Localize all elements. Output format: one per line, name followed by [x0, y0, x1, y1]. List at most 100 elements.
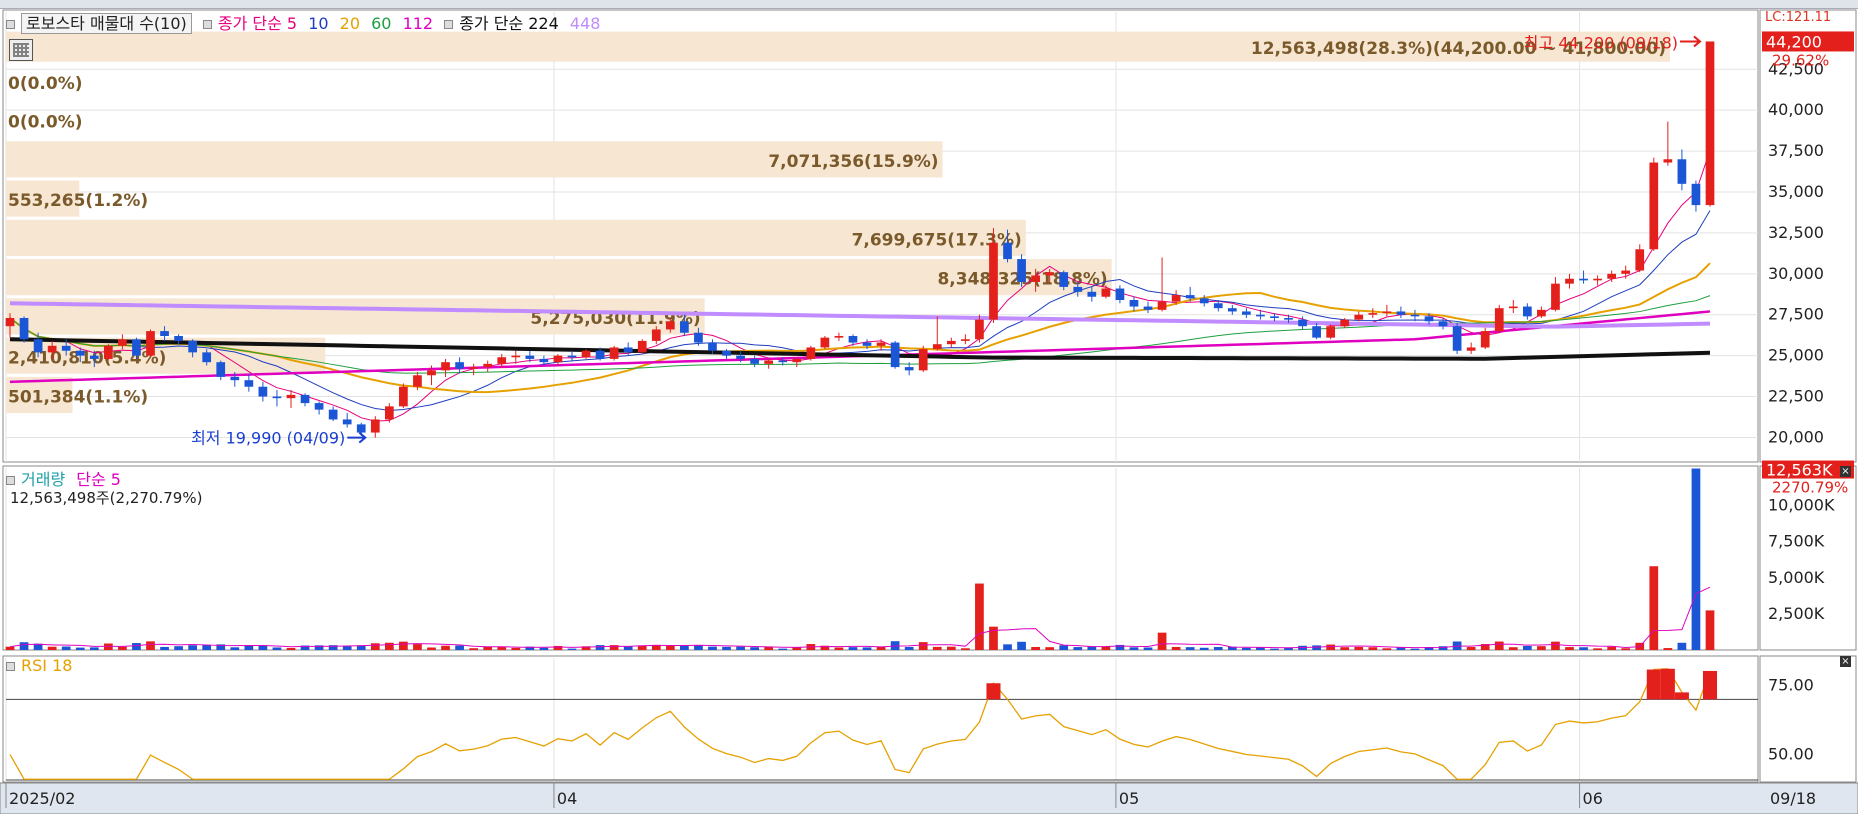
- ma-legend-60[interactable]: 60: [371, 14, 391, 33]
- volume-bar: [286, 647, 296, 650]
- ma-legend-5[interactable]: 종가 단순 5: [218, 14, 297, 33]
- volume-bar: [188, 645, 197, 650]
- candle-body: [300, 394, 310, 404]
- candle-body: [680, 321, 689, 333]
- volume-profile-label: 501,384(1.1%): [8, 388, 148, 408]
- volume-bar: [904, 646, 914, 650]
- candle-body: [356, 424, 366, 433]
- rsi-overbought-fill: [1646, 669, 1661, 700]
- candle-body: [342, 419, 352, 425]
- volume-bar: [61, 646, 71, 650]
- volume-bar: [1410, 648, 1420, 650]
- candle-body: [370, 419, 380, 433]
- candle-body: [1242, 311, 1251, 315]
- volume-bar: [469, 648, 478, 650]
- candle-body: [314, 403, 324, 410]
- candle-body: [469, 367, 478, 369]
- volume-bar: [680, 645, 689, 650]
- ma-legend-112[interactable]: 112: [403, 14, 434, 33]
- volume-bar: [946, 646, 956, 650]
- volume-info: 12,563,498주(2,270.79%): [10, 489, 203, 507]
- candle-body: [1326, 326, 1336, 338]
- candle-body: [146, 331, 155, 356]
- volume-tick-label: 2,500K: [1768, 604, 1825, 623]
- legend-toggle-icon[interactable]: [6, 476, 15, 485]
- date-tick-label: 2025/02: [9, 789, 75, 808]
- volume-bar: [1129, 647, 1139, 650]
- candle-body: [581, 350, 591, 358]
- volume-bar: [1579, 647, 1588, 650]
- chart-canvas[interactable]: 12,563,498(28.3%)(44,200.00 ~ 41,800.00)…: [0, 0, 1858, 814]
- legend-toggle-icon[interactable]: [202, 20, 212, 29]
- rsi-legend-label[interactable]: RSI 18: [21, 656, 72, 675]
- legend-toggle-icon[interactable]: [6, 662, 15, 671]
- rsi-legend: RSI 18: [6, 656, 78, 675]
- candle-body: [722, 350, 731, 356]
- volume-bar: [623, 646, 633, 650]
- volume-bar: [356, 646, 366, 650]
- high-annotation: 최고 44,200 (09/18): [1524, 33, 1678, 52]
- volume-bar: [1354, 646, 1364, 650]
- volume-bar: [1312, 645, 1321, 650]
- volume-bar: [174, 646, 183, 650]
- volume-profile-label: 0(0.0%): [8, 74, 83, 94]
- candle-body: [904, 367, 914, 371]
- volume-bar: [342, 646, 352, 650]
- volume-bar: [1368, 647, 1378, 650]
- volume-bar: [483, 646, 493, 650]
- volume-bar: [961, 648, 970, 650]
- candle-body: [1691, 183, 1701, 206]
- close-icon[interactable]: ×: [1840, 466, 1851, 477]
- legend-toggle-icon[interactable]: [444, 20, 454, 29]
- candle-body: [1045, 272, 1055, 276]
- candle-body: [1157, 301, 1167, 310]
- volume-bar: [736, 646, 745, 650]
- candle-body: [862, 342, 872, 346]
- volume-bar: [427, 647, 436, 650]
- calculator-icon[interactable]: [9, 39, 33, 61]
- candle-body: [1677, 159, 1687, 184]
- last-volume-label: 12,563K: [1766, 461, 1833, 480]
- candle-body: [1396, 311, 1406, 315]
- candle-body: [160, 331, 169, 336]
- candle-body: [258, 386, 268, 397]
- candle-body: [1059, 272, 1069, 287]
- volume-bar: [370, 643, 380, 650]
- ma-legend-448[interactable]: 448: [570, 14, 601, 33]
- volume-bar: [1157, 632, 1167, 650]
- candle-body: [89, 355, 99, 359]
- volume-bar: [1185, 647, 1195, 650]
- volume-bar: [244, 645, 254, 650]
- candle-body: [1256, 314, 1265, 317]
- legend-toggle-icon[interactable]: [6, 20, 15, 29]
- close-icon[interactable]: ×: [1840, 656, 1851, 667]
- rsi-tick-label: 50.00: [1768, 744, 1814, 763]
- candle-body: [132, 339, 141, 356]
- ma-legend-10[interactable]: 10: [308, 14, 328, 33]
- volume-tick-label: 7,500K: [1768, 532, 1825, 551]
- volume-bar: [5, 646, 15, 650]
- ma-legend-224[interactable]: 종가 단순 224: [459, 14, 559, 33]
- volume-bar: [1649, 566, 1659, 650]
- candle-body: [1087, 291, 1097, 297]
- date-tick-label: 04: [557, 789, 577, 808]
- last-date-label: 09/18: [1770, 789, 1816, 808]
- volume-bar: [708, 646, 717, 650]
- candle-body: [834, 336, 844, 338]
- candle-body: [567, 355, 577, 358]
- candle-body: [708, 342, 717, 351]
- candle-body: [1003, 242, 1012, 260]
- candle-body: [1452, 326, 1462, 351]
- lc-label: LC:121.11: [1765, 10, 1832, 25]
- candle-body: [595, 350, 605, 359]
- candle-body: [216, 362, 226, 377]
- indicator-title[interactable]: 로보스타 매물대 수(10): [21, 13, 192, 34]
- candle-body: [1143, 306, 1153, 310]
- volume-bar: [1508, 647, 1518, 650]
- ma-legend-20[interactable]: 20: [340, 14, 360, 33]
- candle-body: [399, 386, 408, 407]
- candle-body: [989, 242, 998, 320]
- candle-body: [1621, 270, 1631, 274]
- price-tick-label: 40,000: [1768, 100, 1824, 119]
- date-tick-label: 05: [1119, 789, 1139, 808]
